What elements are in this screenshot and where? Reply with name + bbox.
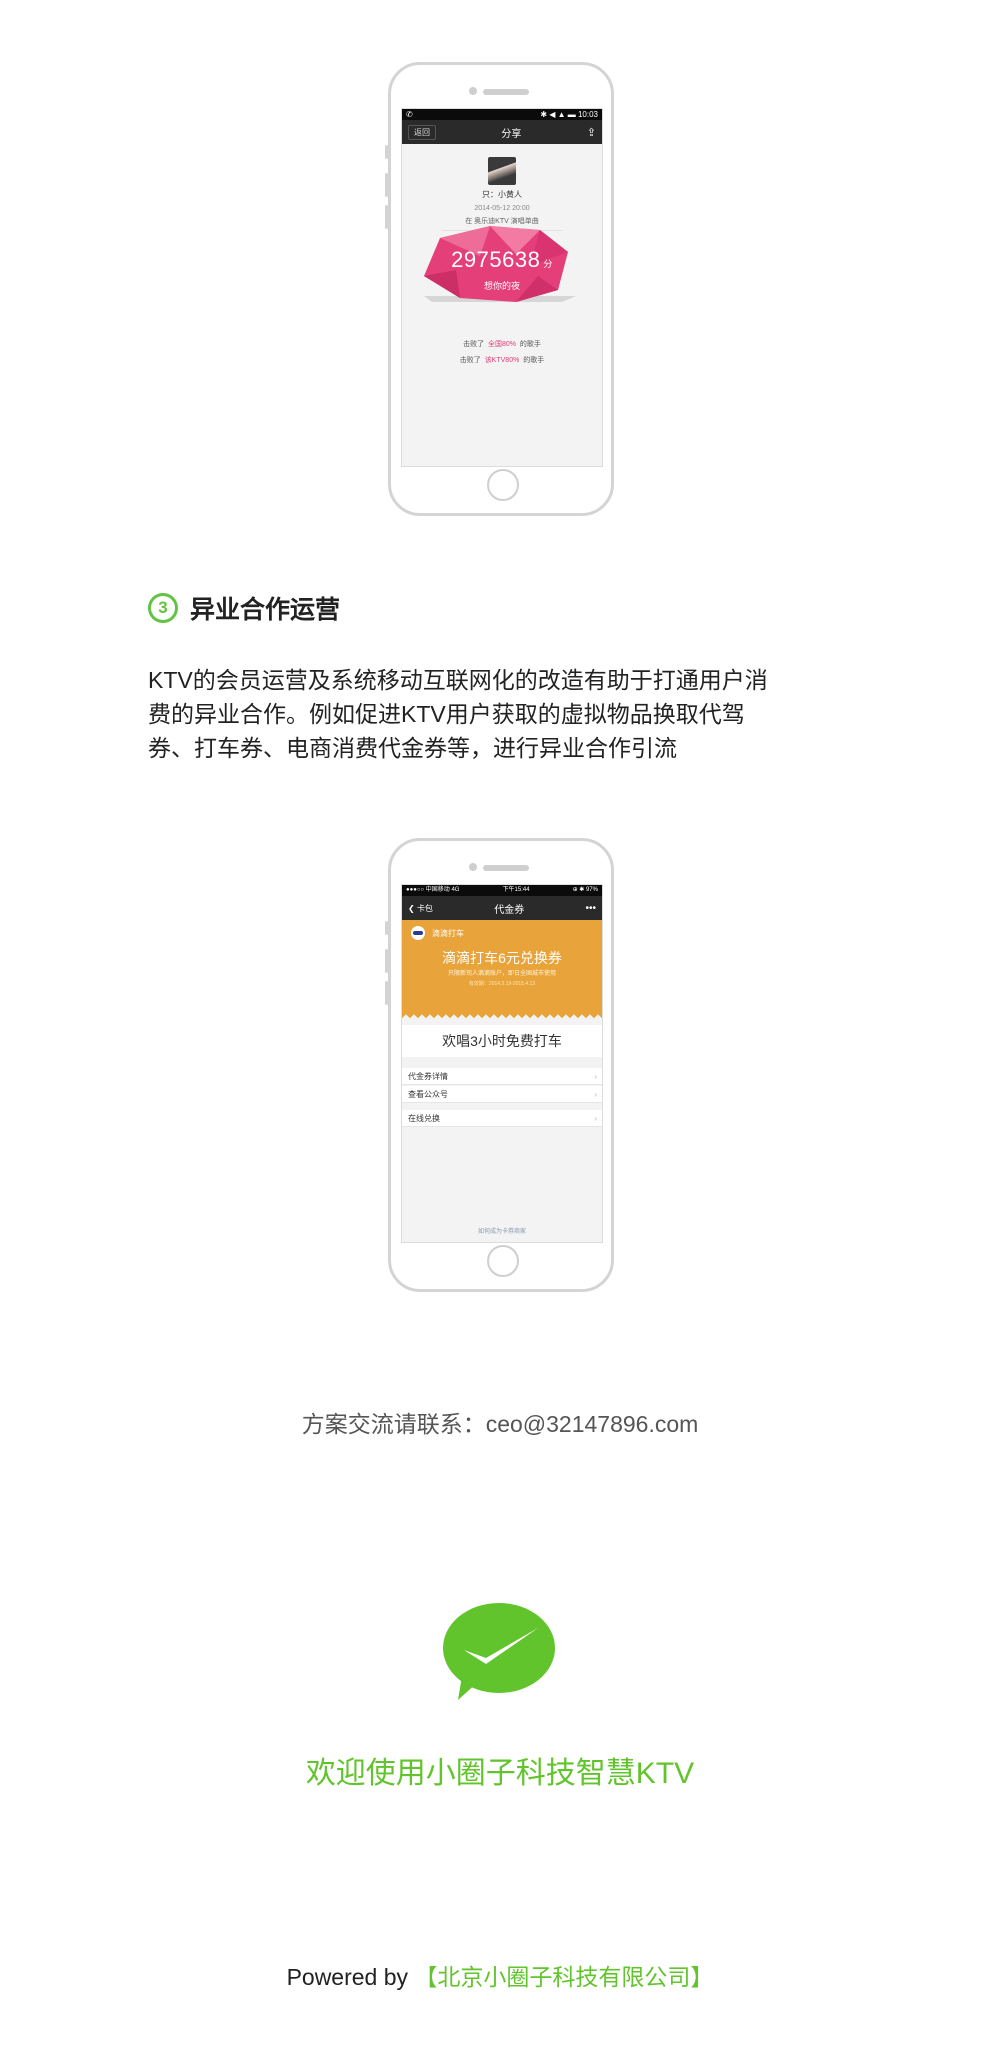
song-title: 想你的夜 xyxy=(483,281,520,291)
share-screen: ✆ ✱ ◀ ▲ ▬ 10:03 返回 分享 ⇪ 只：小黄人 2014-05-12… xyxy=(401,108,603,467)
coupon-brand: 滴滴打车 xyxy=(432,929,464,938)
chevron-left-icon: ❮ xyxy=(408,903,415,913)
beat-ktv-pre: 击败了 xyxy=(459,357,481,364)
score-unit: 分 xyxy=(543,259,553,269)
coupon-title: 滴滴打车6元兑换券 xyxy=(442,950,562,966)
side-button xyxy=(385,981,388,1005)
score-value: 2975638 分 xyxy=(402,247,602,273)
paragraph-line: 费的异业合作。例如促进KTV用户获取的虚拟物品换取代驾 xyxy=(148,701,745,727)
share-icon[interactable]: ⇪ xyxy=(587,126,596,139)
menu-item-official-account[interactable]: 查看公众号 › xyxy=(402,1086,602,1103)
side-button xyxy=(385,949,388,973)
venue-text: 在 奥乐迪KTV 演唱单曲 xyxy=(465,218,539,225)
paragraph-line: KTV的会员运营及系统移动互联网化的改造有助于打通用户消 xyxy=(148,667,768,693)
chevron-right-icon: › xyxy=(594,1090,597,1099)
beat-national: 击败了 全国80% 的歌手 xyxy=(402,339,602,349)
side-button xyxy=(385,205,388,229)
back-button[interactable]: 返回 xyxy=(408,124,436,140)
menu-item-online-redeem[interactable]: 在线兑换 › xyxy=(402,1110,602,1127)
status-battery: ⊕ ✱ 97% xyxy=(572,887,598,893)
coupon-description: 欢唱3小时免费打车 xyxy=(402,1025,602,1057)
avatar xyxy=(488,157,516,185)
merchant-link[interactable]: 如何成为卡券商家 xyxy=(402,1226,602,1235)
menu-item-coupon-details[interactable]: 代金券详情 › xyxy=(402,1068,602,1085)
status-right: ✱ ◀ ▲ ▬ 10:03 xyxy=(540,110,598,119)
side-button xyxy=(385,921,388,935)
camera-icon xyxy=(469,863,477,871)
beat-national-pre: 击败了 xyxy=(463,341,485,348)
speaker-grill xyxy=(483,89,529,95)
beat-ktv-post: 的歌手 xyxy=(523,357,545,364)
section-paragraph: KTV的会员运营及系统移动互联网化的改造有助于打通用户消 费的异业合作。例如促进… xyxy=(148,663,848,765)
score-number: 2975638 xyxy=(451,247,541,272)
wechat-logo-icon xyxy=(443,1603,555,1700)
welcome-text: 欢迎使用小圈子科技智慧KTV xyxy=(305,1757,695,1790)
nav-bar: 返回 分享 ⇪ xyxy=(402,120,602,144)
section-header: 3 异业合作运营 xyxy=(148,590,340,626)
nav-bar: ❮ 卡包 代金券 ••• xyxy=(402,896,602,920)
phone-mockup-coupon: ●●●○○ 中国移动 4G 下午15:44 ⊕ ✱ 97% ❮ 卡包 代金券 •… xyxy=(385,838,614,1292)
status-carrier: ●●●○○ 中国移动 4G xyxy=(406,887,460,893)
home-button xyxy=(487,469,519,501)
company-name: 【北京小圈子科技有限公司】 xyxy=(414,1964,714,1990)
section-number: 3 xyxy=(148,593,178,623)
section-title: 异业合作运营 xyxy=(190,596,341,624)
back-button[interactable]: ❮ 卡包 xyxy=(408,903,433,914)
user-name: 只：小黄人 xyxy=(482,190,522,199)
powered-by: Powered by 【北京小圈子科技有限公司】 xyxy=(0,1958,1000,1992)
chevron-right-icon: › xyxy=(594,1114,597,1123)
beat-national-post: 的歌手 xyxy=(519,341,541,348)
speaker-grill xyxy=(483,865,529,871)
more-icon[interactable]: ••• xyxy=(585,903,596,914)
status-left: ✆ xyxy=(406,110,413,119)
coupon-card: 滴滴打车 滴滴打车6元兑换券 只限新司人滴滴账户，即日全国城市使用 有效期：20… xyxy=(402,920,602,1019)
coupon-note: 只限新司人滴滴账户，即日全国城市使用 xyxy=(447,971,556,977)
coupon-validity: 有效期：2014.3.19-2015.4.13 xyxy=(468,981,536,987)
powered-prefix: Powered by xyxy=(286,1964,415,1990)
nav-title: 代金券 xyxy=(494,904,525,916)
home-button xyxy=(487,1245,519,1277)
nav-title: 分享 xyxy=(501,128,522,140)
side-button xyxy=(385,145,388,159)
side-button xyxy=(385,173,388,197)
phone-mockup-share: ✆ ✱ ◀ ▲ ▬ 10:03 返回 分享 ⇪ 只：小黄人 2014-05-12… xyxy=(385,62,614,516)
coupon-screen: ●●●○○ 中国移动 4G 下午15:44 ⊕ ✱ 97% ❮ 卡包 代金券 •… xyxy=(401,884,603,1243)
status-bar: ✆ ✱ ◀ ▲ ▬ 10:03 xyxy=(402,109,602,120)
menu-item-label: 代金券详情 xyxy=(408,1072,448,1081)
didi-logo-icon xyxy=(411,926,425,940)
coupon-zigzag-edge xyxy=(402,1013,602,1019)
beat-ktv: 击败了 该KTV80% 的歌手 xyxy=(402,355,602,365)
status-time: 下午15:44 xyxy=(502,887,530,893)
performance-date: 2014-05-12 20:00 xyxy=(474,205,530,212)
beat-ktv-value: 该KTV80% xyxy=(484,357,520,364)
beat-national-value: 全国80% xyxy=(487,341,516,348)
contact-text: 方案交流请联系：ceo@32147896.com xyxy=(301,1411,699,1437)
status-bar: ●●●○○ 中国移动 4G 下午15:44 ⊕ ✱ 97% xyxy=(402,885,602,896)
chevron-right-icon: › xyxy=(594,1072,597,1081)
back-label: 卡包 xyxy=(416,903,433,913)
paragraph-line: 券、打车券、电商消费代金券等，进行异业合作引流 xyxy=(148,735,677,761)
camera-icon xyxy=(469,87,477,95)
menu-item-label: 查看公众号 xyxy=(408,1090,448,1099)
menu-item-label: 在线兑换 xyxy=(408,1114,440,1123)
